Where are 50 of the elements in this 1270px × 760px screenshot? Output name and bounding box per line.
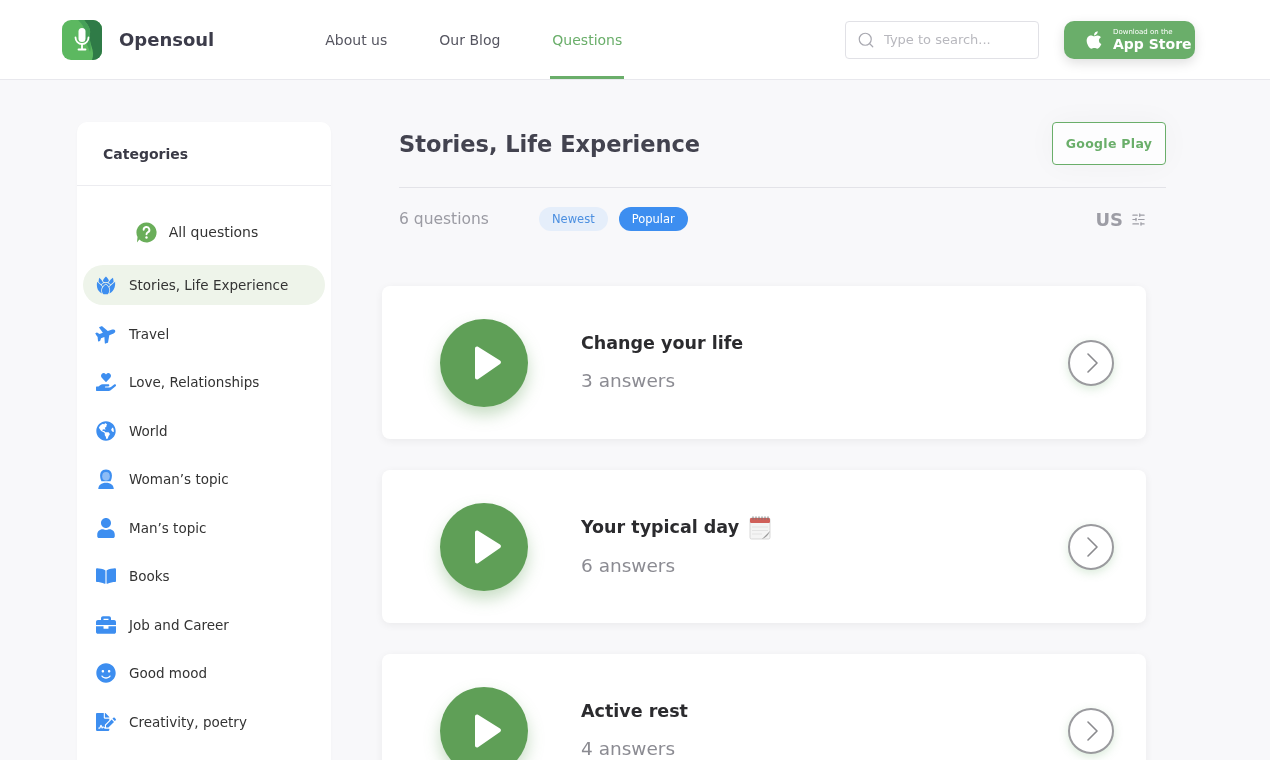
question-count: 6 questions — [399, 210, 490, 228]
question-title: Active rest — [581, 700, 688, 723]
category-item[interactable]: Good mood — [83, 653, 325, 693]
nav-link[interactable]: Our Blog — [437, 0, 503, 79]
man-icon — [96, 517, 116, 538]
search-icon — [857, 30, 875, 49]
question-icon — [135, 221, 157, 243]
next-button[interactable] — [1068, 707, 1114, 754]
chevron-right-icon — [1087, 720, 1098, 741]
chevron-right-icon — [1087, 352, 1098, 373]
microphone-logo-icon — [62, 19, 102, 60]
category-item[interactable]: Stories, Life Experience — [83, 265, 325, 305]
category-item[interactable]: Woman’s topic — [83, 459, 325, 499]
briefcase-icon — [96, 614, 116, 635]
document-pen-icon — [96, 711, 116, 732]
category-item[interactable]: Love, Relationships — [83, 362, 325, 402]
nav-link[interactable]: About us — [323, 0, 390, 79]
sidebar-title: Categories — [103, 145, 189, 162]
brand-name: Opensoul — [119, 29, 215, 50]
question-title: Your typical day — [581, 516, 740, 539]
globe-icon — [96, 420, 116, 441]
play-button[interactable] — [440, 318, 528, 407]
all-questions-item[interactable]: All questions — [83, 212, 325, 252]
answer-count: 4 answers — [581, 737, 676, 760]
category-item[interactable]: Travel — [83, 313, 325, 354]
apple-icon — [1084, 29, 1104, 50]
play-icon — [472, 713, 502, 748]
hand-heart-icon — [96, 372, 116, 392]
smiley-icon — [96, 663, 116, 683]
question-title: Change your life — [581, 332, 744, 355]
category-item[interactable]: World — [83, 410, 325, 451]
search-field[interactable]: Type to search... — [845, 20, 1039, 59]
page-title: Stories, Life Experience — [399, 130, 701, 157]
category-item[interactable]: Creativity, poetry — [83, 701, 325, 742]
category-item[interactable]: Books — [83, 556, 325, 596]
chevron-right-icon — [1087, 536, 1098, 557]
sliders-icon — [1131, 211, 1146, 227]
category-item[interactable]: Man’s topic — [83, 507, 325, 548]
next-button[interactable] — [1068, 339, 1114, 386]
play-button[interactable] — [440, 502, 528, 591]
category-item[interactable]: Job and Career — [83, 604, 325, 645]
play-icon — [472, 529, 502, 564]
woman-icon — [96, 469, 116, 489]
answer-count: 6 answers — [581, 554, 676, 578]
play-button[interactable] — [440, 686, 528, 760]
book-icon — [96, 566, 116, 586]
play-icon — [472, 345, 502, 380]
answer-count: 3 answers — [581, 369, 676, 393]
next-button[interactable] — [1068, 523, 1114, 570]
lotus-icon — [96, 275, 116, 295]
